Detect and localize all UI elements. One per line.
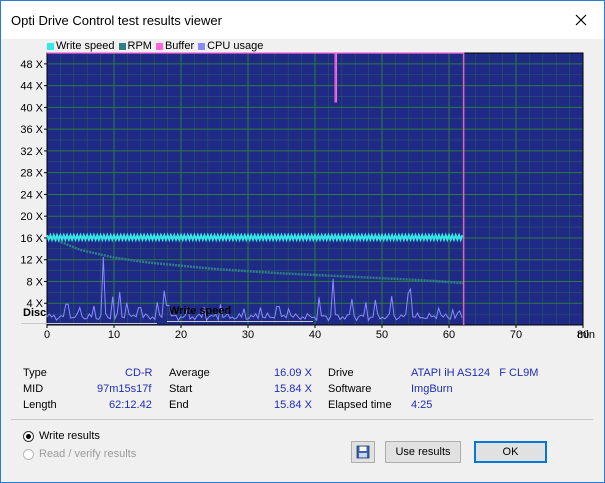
save-button[interactable]: [351, 441, 375, 463]
x-tick-label: 40: [309, 329, 321, 339]
legend-rpm: RPM: [118, 40, 152, 52]
drive-label: Drive: [328, 367, 354, 379]
y-tick-label: 24 X: [20, 189, 43, 201]
write-results-radio[interactable]: [23, 430, 34, 442]
y-tick-label: 8 X: [26, 276, 43, 288]
write-speed-header: Write speed: [169, 305, 232, 317]
read-verify-radio[interactable]: [23, 448, 34, 460]
title-bar: Opti Drive Control test results viewer: [1, 1, 604, 39]
y-tick-label: 32 X: [20, 146, 43, 158]
legend-swatch: [155, 42, 163, 50]
x-unit-label: min: [577, 329, 595, 339]
legend-label: RPM: [127, 40, 152, 52]
start-value: 15.84 X: [274, 383, 312, 395]
disc-type-value: CD-R: [125, 367, 153, 379]
legend-swatch: [198, 42, 206, 50]
use-results-button[interactable]: Use results: [385, 441, 461, 463]
end-value: 15.84 X: [274, 399, 312, 411]
y-tick-label: 20 X: [20, 211, 43, 223]
y-tick-label: 16 X: [20, 233, 43, 245]
elapsed-value: 4:25: [411, 399, 433, 411]
elapsed-label: Elapsed time: [328, 399, 392, 411]
software-label: Software: [328, 383, 372, 395]
close-icon: [575, 14, 587, 26]
x-tick-label: 70: [510, 329, 522, 339]
legend-cpu: CPU usage: [198, 40, 263, 52]
disc-mid-value: 97m15s17f: [97, 383, 152, 395]
read-verify-label: Read / verify results: [39, 448, 137, 460]
legend-write-speed: Write speed: [47, 40, 115, 52]
divider: [21, 323, 157, 324]
floppy-disk-icon: [356, 445, 370, 459]
software-value: ImgBurn: [411, 383, 453, 395]
chart-legend: Write speed RPM Buffer CPU usage: [47, 40, 263, 52]
average-value: 16.09 X: [274, 367, 312, 379]
disc-mid-label: MID: [23, 383, 44, 395]
close-button[interactable]: [558, 1, 604, 39]
legend-label: CPU usage: [207, 40, 264, 52]
legend-buffer: Buffer: [155, 40, 195, 52]
write-results-label: Write results: [39, 430, 100, 442]
legend-swatch: [47, 42, 54, 50]
end-label: End: [169, 399, 189, 411]
divider: [167, 321, 313, 322]
legend-label: Write speed: [56, 40, 115, 52]
x-tick-label: 10: [108, 329, 120, 339]
divider: [11, 419, 593, 420]
disc-length-value: 62:12.42: [109, 399, 152, 411]
disc-type-label: Type: [23, 367, 47, 379]
y-tick-label: 36 X: [20, 124, 43, 136]
x-tick-label: 30: [242, 329, 254, 339]
average-label: Average: [169, 367, 210, 379]
y-tick-label: 48 X: [20, 59, 43, 71]
legend-swatch: [118, 42, 126, 50]
chart-area: 4 X8 X 12 X 16 X 20 X 24 X 28 X 32 X 36 X 40 X 44…: [1, 39, 604, 339]
disc-header: Disc: [23, 307, 47, 319]
disc-length-label: Length: [23, 399, 57, 411]
write-results-option[interactable]: Write results: [23, 430, 100, 442]
window-title: Opti Drive Control test results viewer: [11, 13, 222, 28]
x-tick-label: 20: [175, 329, 187, 339]
x-tick-label: 0: [44, 329, 50, 339]
read-verify-option[interactable]: Read / verify results: [23, 448, 136, 460]
y-tick-label: 12 X: [20, 255, 43, 267]
results-viewer-window: Opti Drive Control test results viewer 4…: [0, 0, 605, 483]
ok-button[interactable]: OK: [474, 441, 547, 463]
drive-value: ATAPI iH AS124 F CL9M: [411, 367, 539, 379]
y-tick-label: 44 X: [20, 81, 43, 93]
x-tick-label: 60: [443, 329, 455, 339]
y-tick-label: 28 X: [20, 168, 43, 180]
legend-label: Buffer: [164, 40, 195, 52]
x-tick-label: 50: [376, 329, 388, 339]
start-label: Start: [169, 383, 193, 395]
y-tick-label: 40 X: [20, 102, 43, 114]
speed-chart: 4 X8 X12 X16 X20 X24 X28 X32 X36 X40 X44…: [20, 52, 595, 339]
